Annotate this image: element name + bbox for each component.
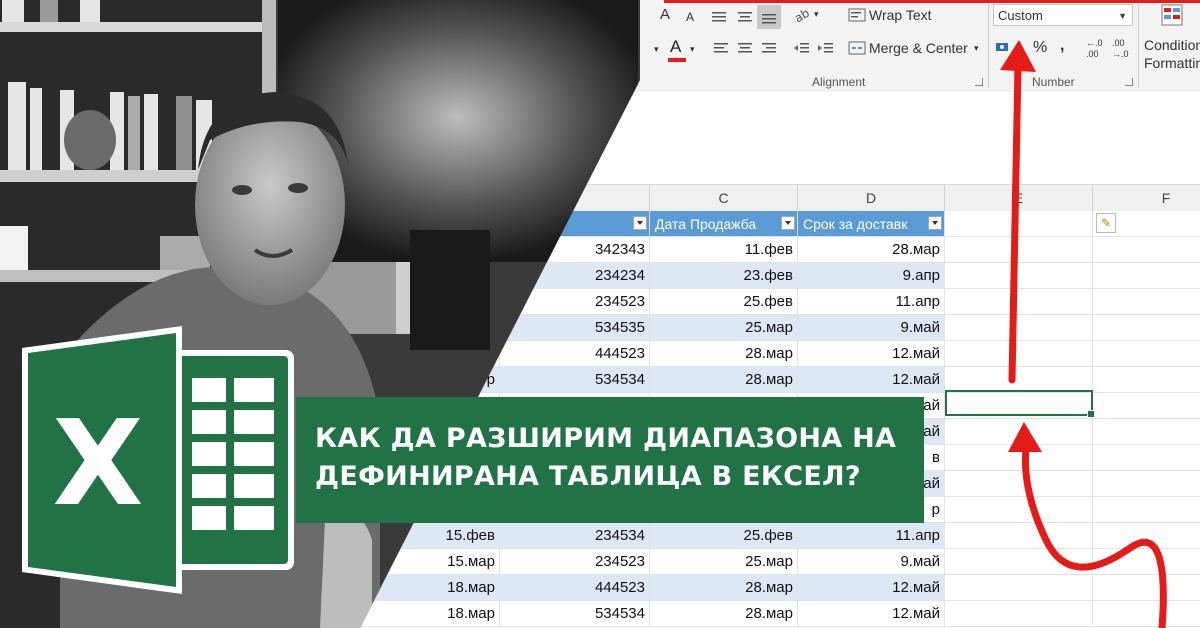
highlight-box bbox=[664, 0, 1200, 3]
excel-logo-letter: X bbox=[53, 394, 144, 532]
title-line-2: ДЕФИНИРАНА ТАБЛИЦА В ЕКСЕЛ? bbox=[315, 461, 861, 492]
excel-logo-icon: X bbox=[22, 326, 294, 594]
title-banner: КАК ДА РАЗШИРИМ ДИАПАЗОНА НА ДЕФИНИРАНА … bbox=[296, 397, 924, 523]
thumbnail-stage: A A A ▾ ▾ ab ▾ Wrap Text Merge & Center bbox=[0, 0, 1200, 628]
title-line-1: КАК ДА РАЗШИРИМ ДИАПАЗОНА НА bbox=[315, 423, 897, 454]
